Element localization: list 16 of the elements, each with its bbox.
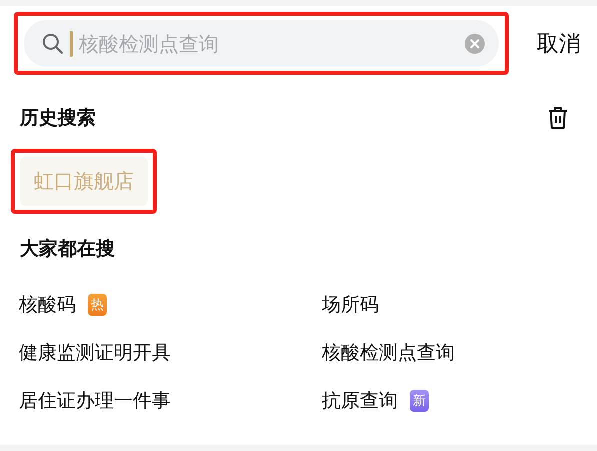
trash-icon[interactable] [547, 106, 569, 130]
tag: 热 [88, 294, 107, 316]
trending-search-link[interactable]: 健康监测证明开具 [19, 340, 171, 366]
search-bar[interactable]: 核酸检测点查询 [24, 20, 499, 67]
trending-search-link[interactable]: 核酸码 [19, 292, 76, 318]
trending-search-link[interactable]: 居住证办理一件事 [19, 388, 171, 414]
cancel-button[interactable]: 取消 [537, 28, 581, 58]
section-title: 大家都在搜 [20, 237, 115, 262]
section-title: 历史搜索 [20, 106, 96, 131]
trending-search-link[interactable]: 场所码 [322, 292, 379, 318]
text-cursor [70, 30, 73, 56]
search-field[interactable]: 核酸检测点查询 [79, 32, 459, 56]
search-icon [42, 32, 64, 54]
trending-search-link[interactable]: 核酸检测点查询 [322, 340, 455, 366]
trending-search-link[interactable]: 抗原查询 [322, 388, 398, 414]
tag: 新 [410, 390, 429, 412]
